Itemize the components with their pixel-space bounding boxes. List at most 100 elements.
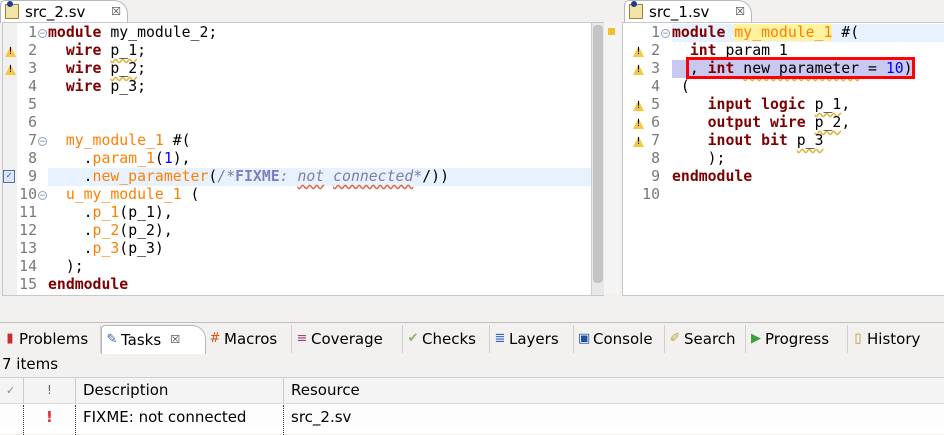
code-line[interactable]: 9 endmodule	[623, 168, 944, 186]
code-line[interactable]: 7− my_module_1 #(	[3, 132, 591, 150]
problems-icon: ▮	[6, 331, 14, 346]
task-marker-icon[interactable]: ✓	[3, 170, 15, 183]
tab-macros[interactable]: # Macros	[205, 325, 292, 353]
code-line[interactable]: 11 .p_1(p_1),	[3, 204, 591, 222]
tab-label: Search	[684, 330, 736, 348]
code-token: u_my_module_1	[65, 186, 182, 203]
table-row[interactable]: ! FIXME: not connected src_2.sv	[0, 405, 944, 435]
tab-label: Macros	[224, 330, 278, 348]
tab-label: Layers	[509, 330, 559, 348]
tab-search[interactable]: ✐ Search	[665, 325, 746, 353]
code-token: p_2	[110, 60, 138, 77]
code-line[interactable]: 4 (	[623, 78, 944, 96]
tab-problems[interactable]: ▮ Problems	[0, 325, 101, 353]
tab-title: src_1.sv	[649, 3, 710, 21]
code-line[interactable]: 5! input logic p_1,	[623, 96, 944, 114]
tab-tasks[interactable]: ✎ Tasks ☒	[101, 325, 206, 354]
task-count: 7 items	[2, 355, 59, 373]
code-line[interactable]: 3! wire p_2;	[3, 60, 591, 78]
code-token: (	[181, 186, 200, 203]
line-number: 4	[651, 78, 660, 95]
code-token: input	[707, 96, 753, 113]
code-line[interactable]: 1− module my_module_2;	[3, 24, 591, 42]
close-icon[interactable]: ☒	[111, 1, 121, 23]
line-number: 7	[28, 132, 37, 149]
tab-src-2[interactable]: src_2.sv ☒	[0, 0, 128, 23]
code-line[interactable]: 10− u_my_module_1 (	[3, 186, 591, 204]
vertical-scrollbar[interactable]	[591, 23, 604, 295]
tab-src-1[interactable]: src_1.sv ☒	[624, 0, 752, 23]
line-number: 8	[28, 150, 37, 167]
close-icon[interactable]: ☒	[170, 326, 180, 354]
code-token: p_3	[796, 132, 824, 149]
code-token: :	[279, 168, 298, 185]
code-line[interactable]: 9 ✓ .new_parameter(/*FIXME: not connected…	[3, 168, 591, 186]
tab-history[interactable]: ▯ History	[848, 325, 944, 353]
history-icon: ▯	[854, 331, 862, 346]
close-icon[interactable]: ☒	[735, 1, 745, 23]
fold-collapse-icon[interactable]: −	[38, 29, 47, 39]
fold-collapse-icon[interactable]: −	[38, 191, 47, 201]
tab-coverage[interactable]: ≡ Coverage	[292, 325, 403, 353]
code-line[interactable]: 12 .p_2(p_2),	[3, 222, 591, 240]
code-token: p_1	[814, 96, 842, 113]
code-line[interactable]: 5	[3, 96, 591, 114]
code-token: (p_3)	[119, 240, 164, 257]
column-header-resource[interactable]: Resource	[283, 378, 891, 403]
code-line[interactable]: 2! wire p_1;	[3, 42, 591, 60]
code-token: (	[672, 78, 690, 95]
tab-console[interactable]: ▣ Console	[574, 325, 665, 353]
column-header-priority[interactable]: !	[23, 378, 52, 403]
code-line[interactable]: 8 .param_1(1),	[3, 150, 591, 168]
code-token: (	[208, 168, 218, 185]
column-header-description[interactable]: Description	[75, 378, 283, 403]
code-token: my_module_1	[734, 24, 833, 41]
tab-label: Checks	[422, 330, 476, 348]
code-token: /))	[422, 168, 449, 185]
code-token: module	[672, 24, 726, 41]
code-token: inout	[707, 132, 753, 149]
code-line[interactable]: 10	[623, 186, 944, 204]
tab-checks[interactable]: ✔ Checks	[403, 325, 490, 353]
code-token: );	[48, 258, 84, 275]
line-number: 1	[651, 24, 660, 41]
code-line[interactable]: 14 );	[3, 258, 591, 276]
code-line[interactable]: 4 wire p_3;	[3, 78, 591, 96]
line-number: 10	[642, 186, 660, 203]
code-line[interactable]: 15 endmodule	[3, 276, 591, 294]
code-token: .	[48, 204, 93, 221]
tab-title: src_2.sv	[25, 3, 86, 21]
tab-label: History	[867, 330, 921, 348]
tab-layers[interactable]: ≣ Layers	[490, 325, 574, 353]
code-line[interactable]: 7! inout bit p_3	[623, 132, 944, 150]
code-token: FIXME	[235, 168, 280, 185]
scrollbar-thumb[interactable]	[593, 25, 603, 283]
code-line[interactable]: 6! output wire p_2,	[623, 114, 944, 132]
line-number: 2	[651, 42, 660, 59]
code-token: bit	[761, 132, 788, 149]
code-token: ,	[841, 96, 851, 113]
code-token: );	[672, 150, 726, 167]
line-number: 4	[28, 78, 37, 95]
fold-collapse-icon[interactable]: −	[38, 137, 47, 147]
code-line[interactable]: 13 .p_3(p_3)	[3, 240, 591, 258]
code-line[interactable]: 8 );	[623, 150, 944, 168]
selection-highlight-box	[686, 57, 915, 79]
code-line[interactable]: 6	[3, 114, 591, 132]
code-token: output	[707, 114, 762, 131]
code-token: .	[48, 150, 93, 167]
code-token: param_1	[92, 150, 155, 167]
fold-collapse-icon[interactable]: −	[661, 29, 670, 39]
code-token: p_1	[110, 42, 138, 59]
tab-progress[interactable]: ▶ Progress	[746, 325, 848, 353]
column-header-done[interactable]: ✓	[6, 378, 15, 403]
code-line[interactable]: 1− module my_module_1 #(	[623, 24, 944, 42]
left-editor[interactable]: 1− module my_module_2; 2! wire p_1; 3! wire…	[2, 22, 604, 296]
line-number: 5	[651, 96, 660, 113]
code-token: ),	[172, 150, 191, 167]
code-token: #(	[832, 24, 860, 41]
